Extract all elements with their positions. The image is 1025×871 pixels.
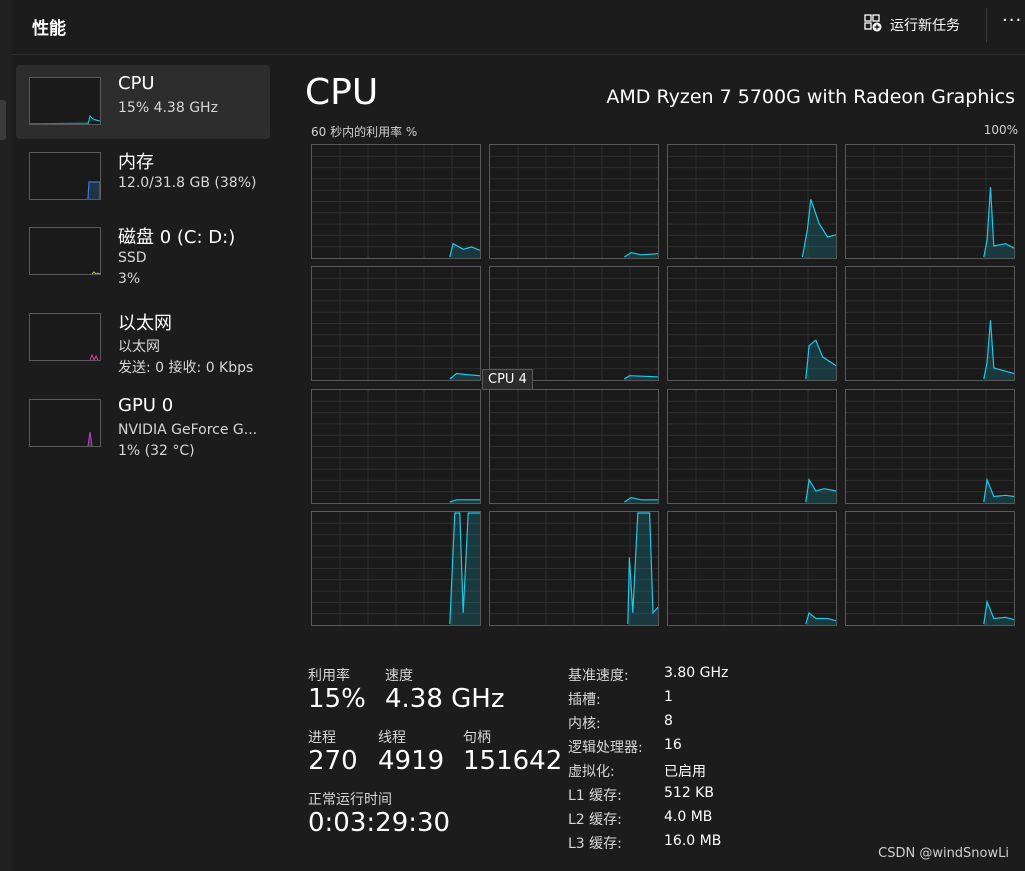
run-task-label: 运行新任务 (890, 18, 960, 34)
logical-processor-graph[interactable] (489, 511, 659, 626)
utilization-area (449, 243, 480, 258)
memory-thumbnail-graph (29, 152, 101, 200)
sidebar-item-label: 磁盘 0 (C: D:) (118, 227, 236, 248)
logical-processor-graph[interactable] (311, 389, 481, 504)
cpu-thumbnail-graph (29, 77, 101, 125)
logical-processor-graph[interactable] (489, 389, 659, 504)
logical-processor-graph[interactable] (667, 511, 837, 626)
sidebar-item-ethernet[interactable]: 以太网 以太网 发送: 0 接收: 0 Kbps (16, 301, 270, 376)
sidebar-item-detail-2: 1% (32 °C) (118, 443, 195, 459)
sidebar-item-label: GPU 0 (118, 395, 174, 416)
speed-value: 4.38 GHz (385, 684, 505, 714)
nav-indicator (0, 100, 6, 140)
l3-cache-label: L3 缓存: (568, 836, 622, 852)
logical-processor-graph[interactable] (489, 144, 659, 259)
gpu-thumbnail-graph (29, 399, 101, 447)
utilization-value: 15% (308, 684, 366, 714)
logical-processor-graph[interactable] (667, 144, 837, 259)
sidebar-item-label: 内存 (118, 152, 154, 173)
toolbar-divider (986, 8, 987, 42)
logical-processor-graph[interactable] (489, 266, 659, 381)
main-title: CPU (305, 72, 379, 113)
sidebar-item-label: CPU (118, 73, 155, 94)
uptime-label: 正常运行时间 (308, 792, 392, 808)
virtualization-label: 虚拟化: (568, 764, 615, 780)
handles-value: 151642 (463, 746, 563, 776)
cores-value: 8 (664, 713, 673, 729)
logical-processor-graph[interactable] (311, 144, 481, 259)
sidebar-item-detail: 以太网 (118, 339, 160, 355)
logical-processor-graph[interactable] (845, 389, 1015, 504)
utilization-label: 利用率 (308, 668, 350, 684)
sidebar-item-detail-2: 发送: 0 接收: 0 Kbps (118, 360, 254, 376)
utilization-area (805, 479, 836, 503)
logical-processor-graph[interactable] (311, 266, 481, 381)
logical-processor-graph[interactable] (845, 511, 1015, 626)
title-bar: 性能 运行新任务 ··· (12, 0, 1025, 55)
more-options-button[interactable]: ··· (1002, 10, 1022, 31)
sidebar-item-disk[interactable]: 磁盘 0 (C: D:) SSD 3% (16, 215, 270, 289)
l2-cache-label: L2 缓存: (568, 812, 622, 828)
sidebar-item-label: 以太网 (118, 313, 172, 334)
virtualization-value: 已启用 (664, 764, 706, 780)
l1-cache-value: 512 KB (664, 785, 714, 801)
ethernet-thumbnail-graph (29, 313, 101, 362)
sidebar-item-detail: SSD (118, 250, 147, 266)
logical-processor-graph[interactable] (845, 266, 1015, 381)
handles-label: 句柄 (463, 730, 491, 746)
threads-label: 线程 (378, 730, 406, 746)
page-title: 性能 (32, 19, 66, 39)
run-task-icon (864, 14, 882, 36)
cpu-model-name: AMD Ryzen 7 5700G with Radeon Graphics (606, 86, 1015, 108)
sidebar-item-detail: 12.0/31.8 GB (38%) (118, 175, 257, 191)
processes-value: 270 (308, 746, 358, 776)
logical-processor-graph[interactable] (667, 389, 837, 504)
l3-cache-value: 16.0 MB (664, 833, 722, 849)
logical-processors-label: 逻辑处理器: (568, 740, 643, 756)
speed-label: 速度 (385, 668, 413, 684)
sidebar-item-detail: NVIDIA GeForce G... (118, 422, 258, 438)
sidebar-item-gpu[interactable]: GPU 0 NVIDIA GeForce G... 1% (32 °C) (16, 387, 270, 461)
graph-caption: 60 秒内的利用率 % (311, 125, 418, 139)
sockets-value: 1 (664, 689, 673, 705)
logical-processor-graph[interactable] (667, 266, 837, 381)
threads-value: 4919 (378, 746, 445, 776)
sidebar-item-memory[interactable]: 内存 12.0/31.8 GB (38%) (16, 140, 270, 214)
base-speed-label: 基准速度: (568, 668, 629, 684)
logical-processor-graph[interactable] (845, 144, 1015, 259)
l2-cache-value: 4.0 MB (664, 809, 713, 825)
base-speed-value: 3.80 GHz (664, 665, 729, 681)
uptime-value: 0:03:29:30 (308, 808, 451, 838)
logical-processors-value: 16 (664, 737, 682, 753)
processes-label: 进程 (308, 730, 336, 746)
cpu-tooltip: CPU 4 (482, 369, 533, 390)
sidebar-item-cpu[interactable]: CPU 15% 4.38 GHz (16, 65, 270, 139)
l1-cache-label: L1 缓存: (568, 788, 622, 804)
cores-label: 内核: (568, 716, 601, 732)
watermark: CSDN @windSnowLi (878, 846, 1009, 861)
sockets-label: 插槽: (568, 692, 601, 708)
disk-thumbnail-graph (29, 227, 101, 275)
sidebar-item-detail-2: 3% (118, 271, 141, 287)
left-edge-strip (0, 0, 12, 871)
run-new-task-button[interactable]: 运行新任务 (864, 12, 960, 38)
logical-processor-graph[interactable] (311, 511, 481, 626)
graph-max-label: 100% (983, 123, 1018, 137)
sidebar-item-detail: 15% 4.38 GHz (118, 100, 218, 116)
